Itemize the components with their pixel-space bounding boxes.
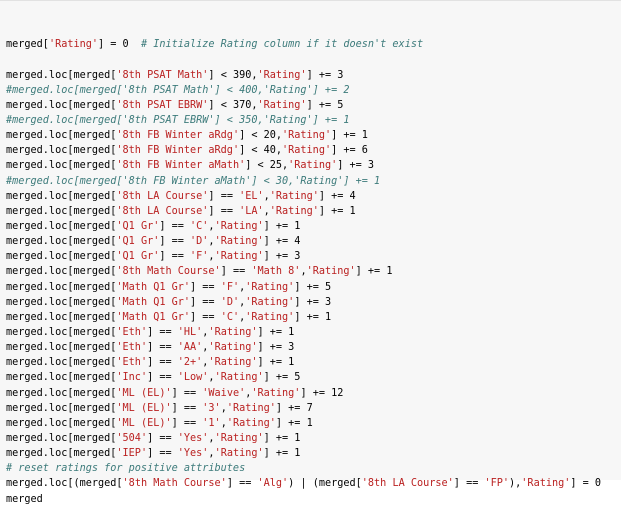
code-line: merged.loc[merged['Math Q1 Gr'] == 'F','… (6, 281, 332, 293)
code-line: merged.loc[merged['8th PSAT Math'] < 390… (6, 69, 344, 81)
code-line: merged.loc[merged['Eth'] == 'HL','Rating… (6, 326, 295, 338)
code-line: merged.loc[merged['Math Q1 Gr'] == 'D','… (6, 296, 332, 308)
code-cell-editor[interactable]: merged['Rating'] = 0 # Initialize Rating… (0, 0, 621, 505)
code-line: merged.loc[merged['ML (EL)'] == '3','Rat… (6, 402, 313, 414)
code-area[interactable]: merged['Rating'] = 0 # Initialize Rating… (6, 37, 621, 506)
code-line: merged.loc[merged['ML (EL)'] == 'Waive',… (6, 387, 344, 399)
code-line: merged.loc[merged['IEP'] == 'Yes','Ratin… (6, 448, 301, 460)
code-line: # reset ratings for positive attributes (6, 463, 246, 475)
code-line: merged.loc[merged['8th Math Course'] == … (6, 266, 393, 278)
code-line: merged.loc[merged['Q1 Gr'] == 'F','Ratin… (6, 251, 301, 263)
code-line: #merged.loc[merged['8th PSAT Math'] < 40… (6, 84, 350, 96)
code-line: merged.loc[merged['Eth'] == 'AA','Rating… (6, 342, 295, 354)
code-line: merged['Rating'] = 0 # Initialize Rating… (6, 39, 424, 51)
code-line: merged.loc[merged['8th LA Course'] == 'E… (6, 190, 356, 202)
code-line: merged.loc[merged['ML (EL)'] == '1','Rat… (6, 417, 313, 429)
code-line: merged.loc[merged['Q1 Gr'] == 'C','Ratin… (6, 221, 301, 232)
code-line: merged.loc[merged['Inc'] == 'Low','Ratin… (6, 372, 301, 384)
code-line: merged.loc[merged['8th LA Course'] == 'L… (6, 205, 356, 217)
code-line: #merged.loc[merged['8th FB Winter aMath'… (6, 175, 381, 187)
code-line: merged.loc[merged['Math Q1 Gr'] == 'C','… (6, 311, 332, 323)
code-line: ​ (6, 52, 621, 67)
code-line: #merged.loc[merged['8th PSAT EBRW'] < 35… (6, 115, 350, 127)
code-line: merged.loc[merged['Eth'] == '2+','Rating… (6, 357, 295, 369)
code-line: merged.loc[merged['8th FB Winter aMath']… (6, 160, 375, 172)
code-line: merged.loc[merged['Q1 Gr'] == 'D','Ratin… (6, 236, 301, 248)
code-line: merged.loc[merged['8th PSAT EBRW'] < 370… (6, 99, 344, 111)
code-line: merged.loc[(merged['8th Math Course'] ==… (6, 478, 602, 490)
code-line: merged (6, 493, 43, 505)
code-line: merged.loc[merged['504'] == 'Yes','Ratin… (6, 432, 301, 444)
code-line: merged.loc[merged['8th FB Winter aRdg'] … (6, 130, 368, 142)
code-line: merged.loc[merged['8th FB Winter aRdg'] … (6, 145, 368, 157)
